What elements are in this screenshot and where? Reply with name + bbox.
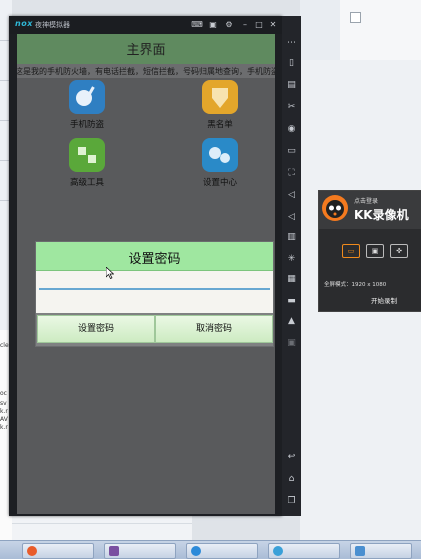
settings-center-icon xyxy=(202,138,238,172)
nox-logo: nox xyxy=(15,19,33,28)
sync-icon[interactable]: ▣ xyxy=(286,338,297,349)
app-icon xyxy=(355,546,365,556)
screen-icon[interactable]: ▭ xyxy=(286,146,297,157)
volume-up-icon[interactable]: ◁ xyxy=(286,190,297,201)
checkbox-icon xyxy=(350,12,361,23)
multi-instance-icon[interactable]: ▦ xyxy=(286,274,297,285)
app-icon xyxy=(273,546,283,556)
record-icon[interactable]: ▬ xyxy=(286,296,297,307)
marquee-bar: 这是我的手机防火墙，有电话拦截，短信拦截，号码归属地查询，手机防盗 xyxy=(17,64,275,78)
dialog-header: 设置密码 xyxy=(36,242,273,271)
taskbar xyxy=(0,540,421,559)
gear-icon[interactable]: ⚙ xyxy=(223,18,235,31)
volume-down-icon[interactable]: ◁ xyxy=(286,212,297,223)
bg-text: cle xyxy=(0,342,9,349)
back-icon[interactable]: ↩ xyxy=(286,452,297,463)
keyboard-icon[interactable]: ⌨ xyxy=(191,18,203,31)
android-screen: 主界面 这是我的手机防火墙，有电话拦截，短信拦截，号码归属地查询，手机防盗 手机… xyxy=(17,34,275,514)
kk-avatar-icon[interactable] xyxy=(322,195,348,221)
close-icon[interactable]: ✕ xyxy=(267,18,279,31)
set-password-button[interactable]: 设置密码 xyxy=(37,315,155,343)
emulator-side-toolbar: ⋯ ▯ ▤ ✂ ◉ ▭ ⛶ ◁ ◁ ▥ ✳ ▦ ▬ ▲ ▣ ↩ ⌂ ❐ xyxy=(282,16,301,516)
grid-item-phone-theft[interactable]: 手机防盗 xyxy=(52,80,122,130)
bg-text: k.r xyxy=(0,424,8,431)
phone-theft-icon xyxy=(69,80,105,114)
emulator-title: 夜神模拟器 xyxy=(35,21,70,29)
app-icon xyxy=(109,546,119,556)
app-icon xyxy=(191,546,201,556)
grid-item-settings-center[interactable]: 设置中心 xyxy=(185,138,255,188)
scissors-icon[interactable]: ✂ xyxy=(286,102,297,113)
folder-icon[interactable]: ▥ xyxy=(286,232,297,243)
kk-brand-name: KK录像机 xyxy=(354,208,409,222)
grid-item-label: 手机防盗 xyxy=(69,120,104,130)
mouse-cursor-icon xyxy=(106,267,114,279)
set-password-dialog: 设置密码 设置密码 取消密码 xyxy=(35,241,274,347)
kk-header: 点击登录 KK录像机 xyxy=(319,191,421,229)
bg-text: sv xyxy=(0,400,7,407)
marquee-text: 这是我的手机防火墙，有电话拦截，短信拦截，号码归属地查询，手机防盗 xyxy=(17,67,275,76)
taskbar-item[interactable] xyxy=(22,543,94,559)
fullscreen-icon[interactable]: ⛶ xyxy=(286,168,297,179)
home-icon[interactable]: ⌂ xyxy=(286,474,297,485)
kk-mode-text: 全屏模式：1920 x 1080 xyxy=(324,282,387,288)
app-icon xyxy=(27,546,37,556)
page-title: 主界面 xyxy=(126,43,166,58)
grid-item-label: 高级工具 xyxy=(69,178,104,188)
advanced-tools-icon xyxy=(69,138,105,172)
fullscreen-mode-icon[interactable]: ▭ xyxy=(342,244,360,258)
phone-icon[interactable]: ▯ xyxy=(286,58,297,69)
location-icon[interactable]: ◉ xyxy=(286,124,297,135)
taskbar-item[interactable] xyxy=(186,543,258,559)
maximize-icon[interactable]: □ xyxy=(253,18,265,31)
taskbar-item[interactable] xyxy=(268,543,340,559)
taskbar-item[interactable] xyxy=(104,543,176,559)
more-icon[interactable]: ⋯ xyxy=(286,38,297,49)
shake-icon[interactable]: ✳ xyxy=(286,254,297,265)
dialog-title: 设置密码 xyxy=(128,252,181,267)
grid-item-label: 黑名单 xyxy=(207,120,233,130)
dialog-body xyxy=(36,271,274,313)
screen-icon[interactable]: ▣ xyxy=(207,18,219,31)
emulator-window: nox 夜神模拟器 ⌨ ▣ ⚙ – □ ✕ 主界面 这是我的手机防火墙，有电话拦… xyxy=(9,16,282,516)
grid-item-label: 设置中心 xyxy=(202,178,237,188)
window-mode-icon[interactable]: ▣ xyxy=(366,244,384,258)
kk-recorder-widget: 点击登录 KK录像机 ▭ ▣ ✜ 全屏模式：1920 x 1080 开始录制 xyxy=(318,190,421,312)
game-mode-icon[interactable]: ✜ xyxy=(390,244,408,258)
apk-install-icon[interactable]: ▤ xyxy=(286,80,297,91)
emulator-titlebar[interactable]: nox 夜神模拟器 ⌨ ▣ ⚙ – □ ✕ xyxy=(9,16,282,34)
app-header: 主界面 xyxy=(17,34,275,64)
password-input-underline xyxy=(39,288,270,290)
background-window-top xyxy=(300,0,421,60)
kk-login-link[interactable]: 点击登录 xyxy=(354,196,378,205)
grid-item-blacklist[interactable]: 黑名单 xyxy=(185,80,255,130)
bg-text: oc xyxy=(0,390,7,397)
bg-text: k.r xyxy=(0,408,8,415)
bg-text: AV xyxy=(0,416,8,423)
macro-icon[interactable]: ▲ xyxy=(286,316,297,327)
kk-start-button[interactable]: 开始录制 xyxy=(371,295,397,305)
minimize-icon[interactable]: – xyxy=(239,18,251,31)
taskbar-item[interactable] xyxy=(350,543,412,559)
recent-apps-icon[interactable]: ❐ xyxy=(286,496,297,507)
grid-item-advanced-tools[interactable]: 高级工具 xyxy=(52,138,122,188)
cancel-password-button[interactable]: 取消密码 xyxy=(155,315,273,343)
blacklist-icon xyxy=(202,80,238,114)
